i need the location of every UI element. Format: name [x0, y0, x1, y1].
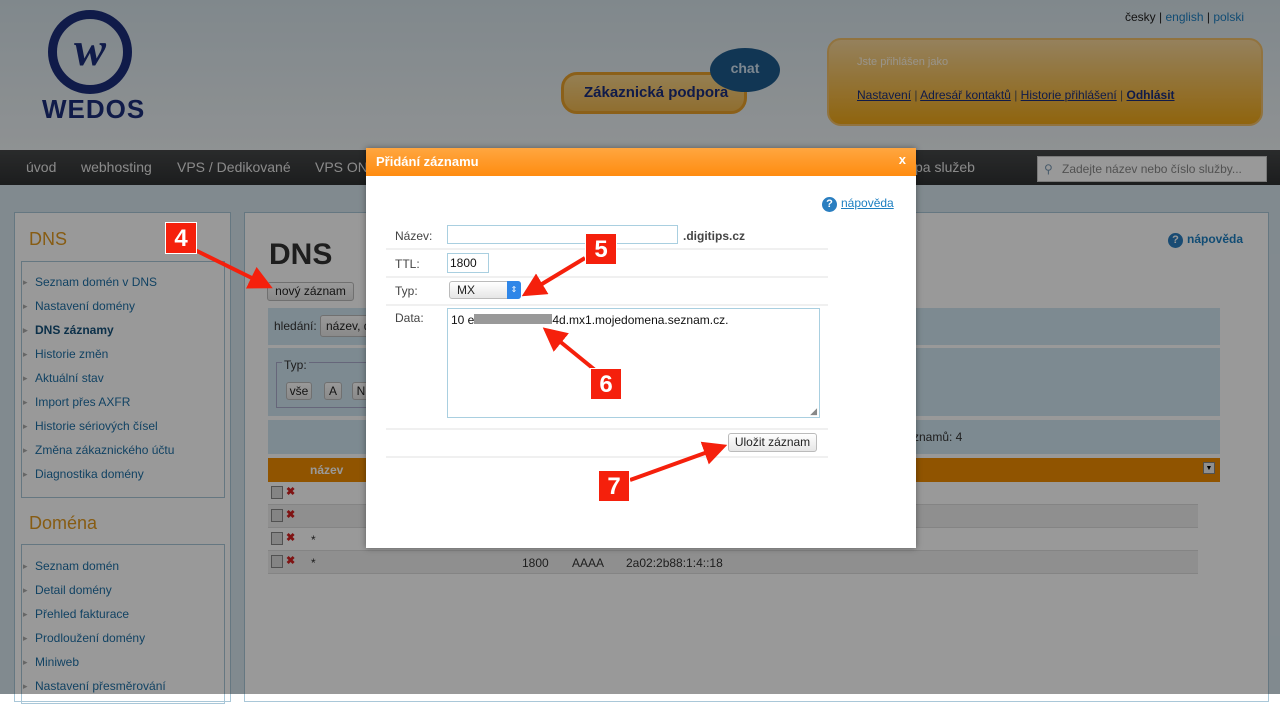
- annotation-7: 7: [598, 470, 630, 502]
- arrow-4: [194, 248, 273, 289]
- annotation-5: 5: [585, 233, 617, 265]
- annotation-arrows: [194, 248, 728, 482]
- arrow-6: [542, 327, 597, 372]
- arrow-7: [629, 441, 728, 482]
- annotation-6: 6: [590, 368, 622, 400]
- arrow-5: [521, 256, 587, 297]
- annotation-4: 4: [165, 222, 197, 254]
